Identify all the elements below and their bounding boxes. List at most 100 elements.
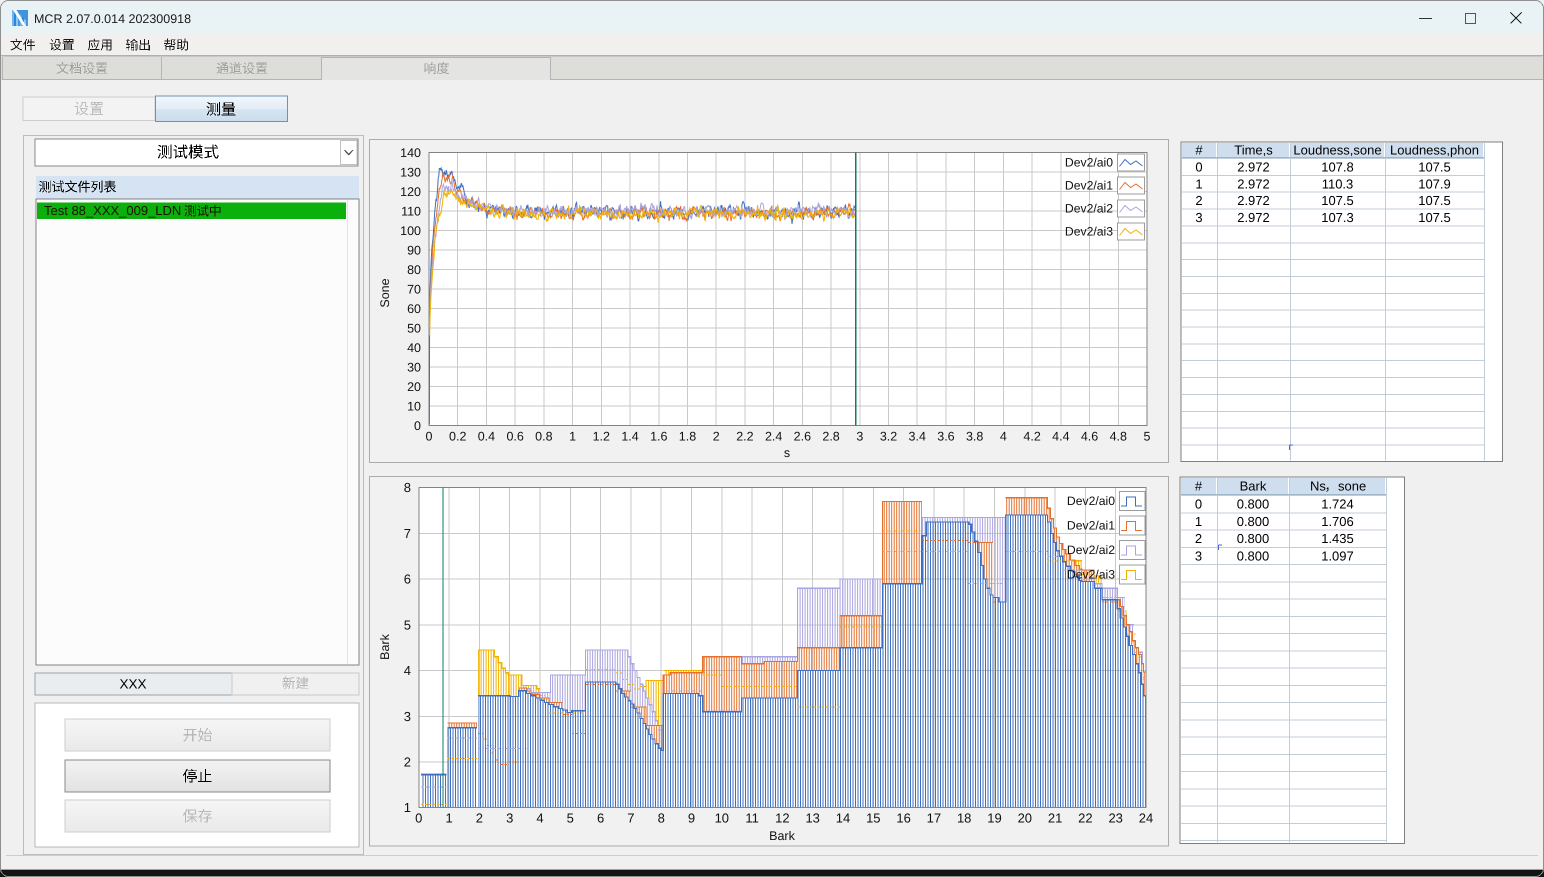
svg-text:Dev2/ai1: Dev2/ai1	[1067, 519, 1115, 533]
svg-text:Test 88_XXX_009_LDN: Test 88_XXX_009_LDN	[44, 203, 181, 218]
svg-text:2: 2	[404, 754, 411, 769]
svg-text:4.2: 4.2	[1023, 430, 1040, 444]
svg-text:3: 3	[1195, 548, 1202, 563]
svg-text:0.800: 0.800	[1237, 548, 1270, 563]
svg-text:20: 20	[1018, 811, 1032, 826]
svg-text:110.3: 110.3	[1322, 176, 1354, 191]
svg-text:Dev2/ai3: Dev2/ai3	[1065, 225, 1113, 239]
svg-text:1.2: 1.2	[593, 430, 610, 444]
svg-text:0.2: 0.2	[449, 430, 466, 444]
svg-text:#: #	[1195, 479, 1203, 494]
svg-text:100: 100	[400, 224, 421, 238]
svg-text:sone: sone	[1338, 479, 1366, 494]
svg-text:20: 20	[407, 380, 421, 394]
svg-text:140: 140	[400, 146, 421, 160]
svg-text:Dev2/ai2: Dev2/ai2	[1067, 543, 1115, 557]
svg-text:107.5: 107.5	[1418, 193, 1451, 208]
svg-text:XXX: XXX	[119, 677, 146, 692]
svg-text:1: 1	[1195, 176, 1202, 191]
svg-text:1.097: 1.097	[1321, 548, 1354, 563]
svg-text:5: 5	[567, 811, 574, 826]
svg-text:15: 15	[866, 811, 880, 826]
svg-text:#: #	[1195, 143, 1203, 158]
svg-text:24: 24	[1139, 811, 1153, 826]
svg-text:0: 0	[414, 419, 421, 433]
svg-text:107.5: 107.5	[1418, 160, 1451, 175]
svg-text:Dev2/ai1: Dev2/ai1	[1065, 179, 1113, 193]
svg-text:Dev2/ai0: Dev2/ai0	[1067, 494, 1115, 508]
svg-text:2.6: 2.6	[794, 430, 811, 444]
svg-text:4.8: 4.8	[1110, 430, 1127, 444]
svg-text:3: 3	[856, 430, 863, 444]
svg-text:2.972: 2.972	[1237, 193, 1270, 208]
svg-text:1.706: 1.706	[1321, 514, 1354, 529]
svg-text:2: 2	[476, 811, 483, 826]
svg-text:2: 2	[1195, 193, 1202, 208]
svg-text:Time,s: Time,s	[1234, 143, 1273, 158]
svg-text:17: 17	[927, 811, 941, 826]
svg-text:8: 8	[658, 811, 665, 826]
svg-text:12: 12	[775, 811, 789, 826]
svg-text:0: 0	[1195, 160, 1202, 175]
svg-text:107.5: 107.5	[1321, 193, 1354, 208]
svg-text:107.9: 107.9	[1418, 176, 1451, 191]
svg-text:1.435: 1.435	[1321, 531, 1354, 546]
svg-text:10: 10	[715, 811, 729, 826]
svg-text:1: 1	[445, 811, 452, 826]
svg-text:0.4: 0.4	[478, 430, 495, 444]
svg-text:Dev2/ai3: Dev2/ai3	[1067, 568, 1115, 582]
svg-text:0.8: 0.8	[535, 430, 552, 444]
svg-text:3: 3	[506, 811, 513, 826]
svg-text:4: 4	[536, 811, 543, 826]
svg-text:18: 18	[957, 811, 971, 826]
svg-text:0.6: 0.6	[506, 430, 523, 444]
svg-text:1.8: 1.8	[679, 430, 696, 444]
svg-text:Bark: Bark	[378, 633, 392, 659]
svg-text:22: 22	[1078, 811, 1092, 826]
svg-text:3: 3	[1195, 210, 1202, 225]
svg-text:Bark: Bark	[769, 829, 795, 843]
svg-text:2: 2	[713, 430, 720, 444]
svg-text:1: 1	[569, 430, 576, 444]
svg-text:0: 0	[415, 811, 422, 826]
svg-text:Bark: Bark	[1240, 479, 1267, 494]
svg-text:4.6: 4.6	[1081, 430, 1098, 444]
svg-text:19: 19	[987, 811, 1001, 826]
svg-text:0: 0	[426, 430, 433, 444]
svg-text:Sone: Sone	[378, 278, 392, 307]
svg-text:Ns: Ns	[1310, 479, 1326, 494]
svg-text:Dev2/ai0: Dev2/ai0	[1065, 156, 1113, 170]
svg-text:21: 21	[1048, 811, 1062, 826]
svg-text:2.2: 2.2	[736, 430, 753, 444]
svg-text:3.8: 3.8	[966, 430, 983, 444]
svg-text:13: 13	[805, 811, 819, 826]
svg-text:1.724: 1.724	[1321, 497, 1354, 512]
svg-text:1: 1	[404, 800, 411, 815]
svg-text:90: 90	[407, 244, 421, 258]
svg-text:6: 6	[597, 811, 604, 826]
svg-text:23: 23	[1108, 811, 1122, 826]
svg-text:9: 9	[688, 811, 695, 826]
svg-text:5: 5	[404, 617, 411, 632]
svg-text:1.6: 1.6	[650, 430, 667, 444]
svg-text:2.4: 2.4	[765, 430, 782, 444]
svg-text:7: 7	[627, 811, 634, 826]
svg-text:4.4: 4.4	[1052, 430, 1069, 444]
svg-text:10: 10	[407, 400, 421, 414]
svg-text:4: 4	[1000, 430, 1007, 444]
svg-text:4: 4	[404, 663, 411, 678]
svg-text:40: 40	[407, 341, 421, 355]
svg-text:70: 70	[407, 283, 421, 297]
svg-text:Dev2/ai2: Dev2/ai2	[1065, 202, 1113, 216]
svg-text:0.800: 0.800	[1237, 514, 1270, 529]
svg-text:107.3: 107.3	[1321, 210, 1354, 225]
svg-text:3.4: 3.4	[909, 430, 926, 444]
svg-text:0.800: 0.800	[1237, 497, 1270, 512]
svg-text:Loudness,sone: Loudness,sone	[1293, 143, 1381, 158]
svg-text:120: 120	[400, 185, 421, 199]
svg-text:MCR 2.07.0.014 202300918: MCR 2.07.0.014 202300918	[34, 12, 191, 26]
svg-text:2.972: 2.972	[1237, 160, 1270, 175]
svg-text:60: 60	[407, 302, 421, 316]
svg-text:2.972: 2.972	[1237, 176, 1270, 191]
svg-text:130: 130	[400, 166, 421, 180]
